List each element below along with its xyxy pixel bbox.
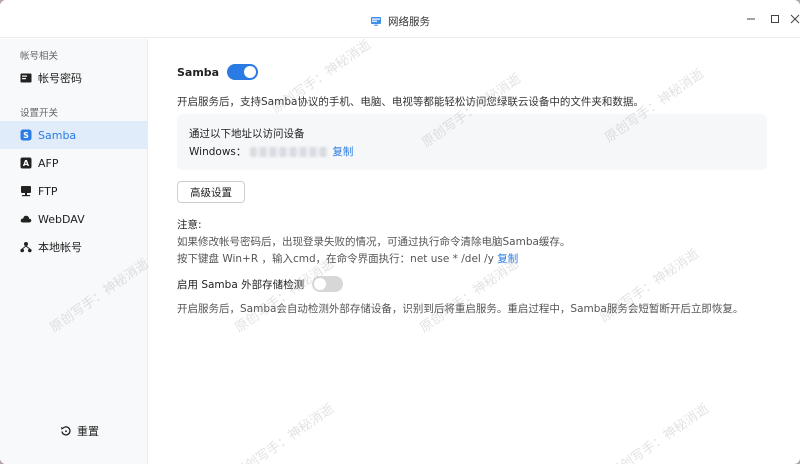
group-label-account: 帐号相关 [20,51,59,62]
main-content: Samba 开启服务后，支持Samba协议的手机、电脑、电视等都能轻松访问您绿联… [149,39,800,464]
afp-icon: A [20,157,32,169]
sidebar-item-label: WebDAV [38,212,85,226]
sidebar-item-samba[interactable]: S Samba [0,121,148,149]
sidebar-item-label: 本地帐号 [38,241,82,254]
app-window: 网络服务 帐号相关 帐号密码 设置开关 S Samba A AFP FTP We… [0,0,800,464]
copy-address-link[interactable]: 复制 [332,144,353,159]
windows-address-prefix: Windows： [189,146,247,158]
titlebar: 网络服务 [0,0,800,38]
samba-label: Samba [177,65,220,79]
access-box-title: 通过以下地址以访问设备 [189,128,305,140]
sidebar: 帐号相关 帐号密码 设置开关 S Samba A AFP FTP WebDAV … [0,39,148,464]
network-service-icon [371,17,381,26]
sidebar-item-local-account[interactable]: 本地帐号 [0,233,148,261]
reset-icon [61,426,71,436]
copy-command-link[interactable]: 复制 [497,253,518,265]
samba-toggle[interactable] [227,64,259,80]
blurred-address [250,146,329,157]
sidebar-item-label: FTP [38,184,58,198]
samba-toggle-row: Samba [177,64,259,80]
external-storage-toggle[interactable] [312,276,344,292]
minimize-icon [747,18,755,20]
sidebar-item-afp[interactable]: A AFP [0,149,148,177]
group-label-settings: 设置开关 [20,108,59,119]
sidebar-item-webdav[interactable]: WebDAV [0,205,148,233]
sidebar-item-ftp[interactable]: FTP [0,177,148,205]
note-title: 注意: [177,219,202,231]
external-storage-label: 启用 Samba 外部存储检测 [177,278,305,291]
svg-text:A: A [23,159,30,168]
reset-label: 重置 [77,425,99,438]
id-card-icon [20,72,32,84]
reset-button[interactable]: 重置 [60,423,99,439]
local-account-icon [20,241,32,253]
advanced-settings-button[interactable]: 高级设置 [177,181,245,203]
samba-description: 开启服务后，支持Samba协议的手机、电脑、电视等都能轻松访问您绿联云设备中的文… [177,96,644,108]
note-line-2-text: 按下键盘 Win+R ，输入cmd，在命令界面执行：net use * /del… [177,253,494,265]
cloud-icon [20,213,32,225]
maximize-button[interactable] [767,11,783,27]
svg-text:S: S [23,131,29,140]
minimize-button[interactable] [743,11,759,27]
close-icon [790,14,800,24]
external-storage-row: 启用 Samba 外部存储检测 [177,276,344,292]
sidebar-item-account-password[interactable]: 帐号密码 [0,64,148,92]
ftp-icon [20,185,32,197]
maximize-icon [771,15,779,23]
windows-address-row: Windows： 复制 [189,144,353,159]
title-wrap: 网络服务 [0,13,800,29]
window-title: 网络服务 [388,15,430,28]
access-address-box: 通过以下地址以访问设备 Windows： 复制 [177,114,767,170]
external-storage-description: 开启服务后，Samba会自动检测外部存储设备，识别到后将重启服务。重启过程中，S… [177,303,744,315]
toggle-knob [314,278,327,290]
sidebar-item-label: 帐号密码 [38,72,82,85]
sidebar-item-label: Samba [38,128,77,142]
toggle-knob [244,66,257,78]
samba-icon: S [20,129,32,141]
close-button[interactable] [790,11,800,27]
note-line-2: 按下键盘 Win+R ，输入cmd，在命令界面执行：net use * /del… [177,251,518,266]
note-line-1: 如果修改帐号密码后，出现登录失败的情况，可通过执行命令清除电脑Samba缓存。 [177,236,571,248]
sidebar-item-label: AFP [38,156,59,170]
